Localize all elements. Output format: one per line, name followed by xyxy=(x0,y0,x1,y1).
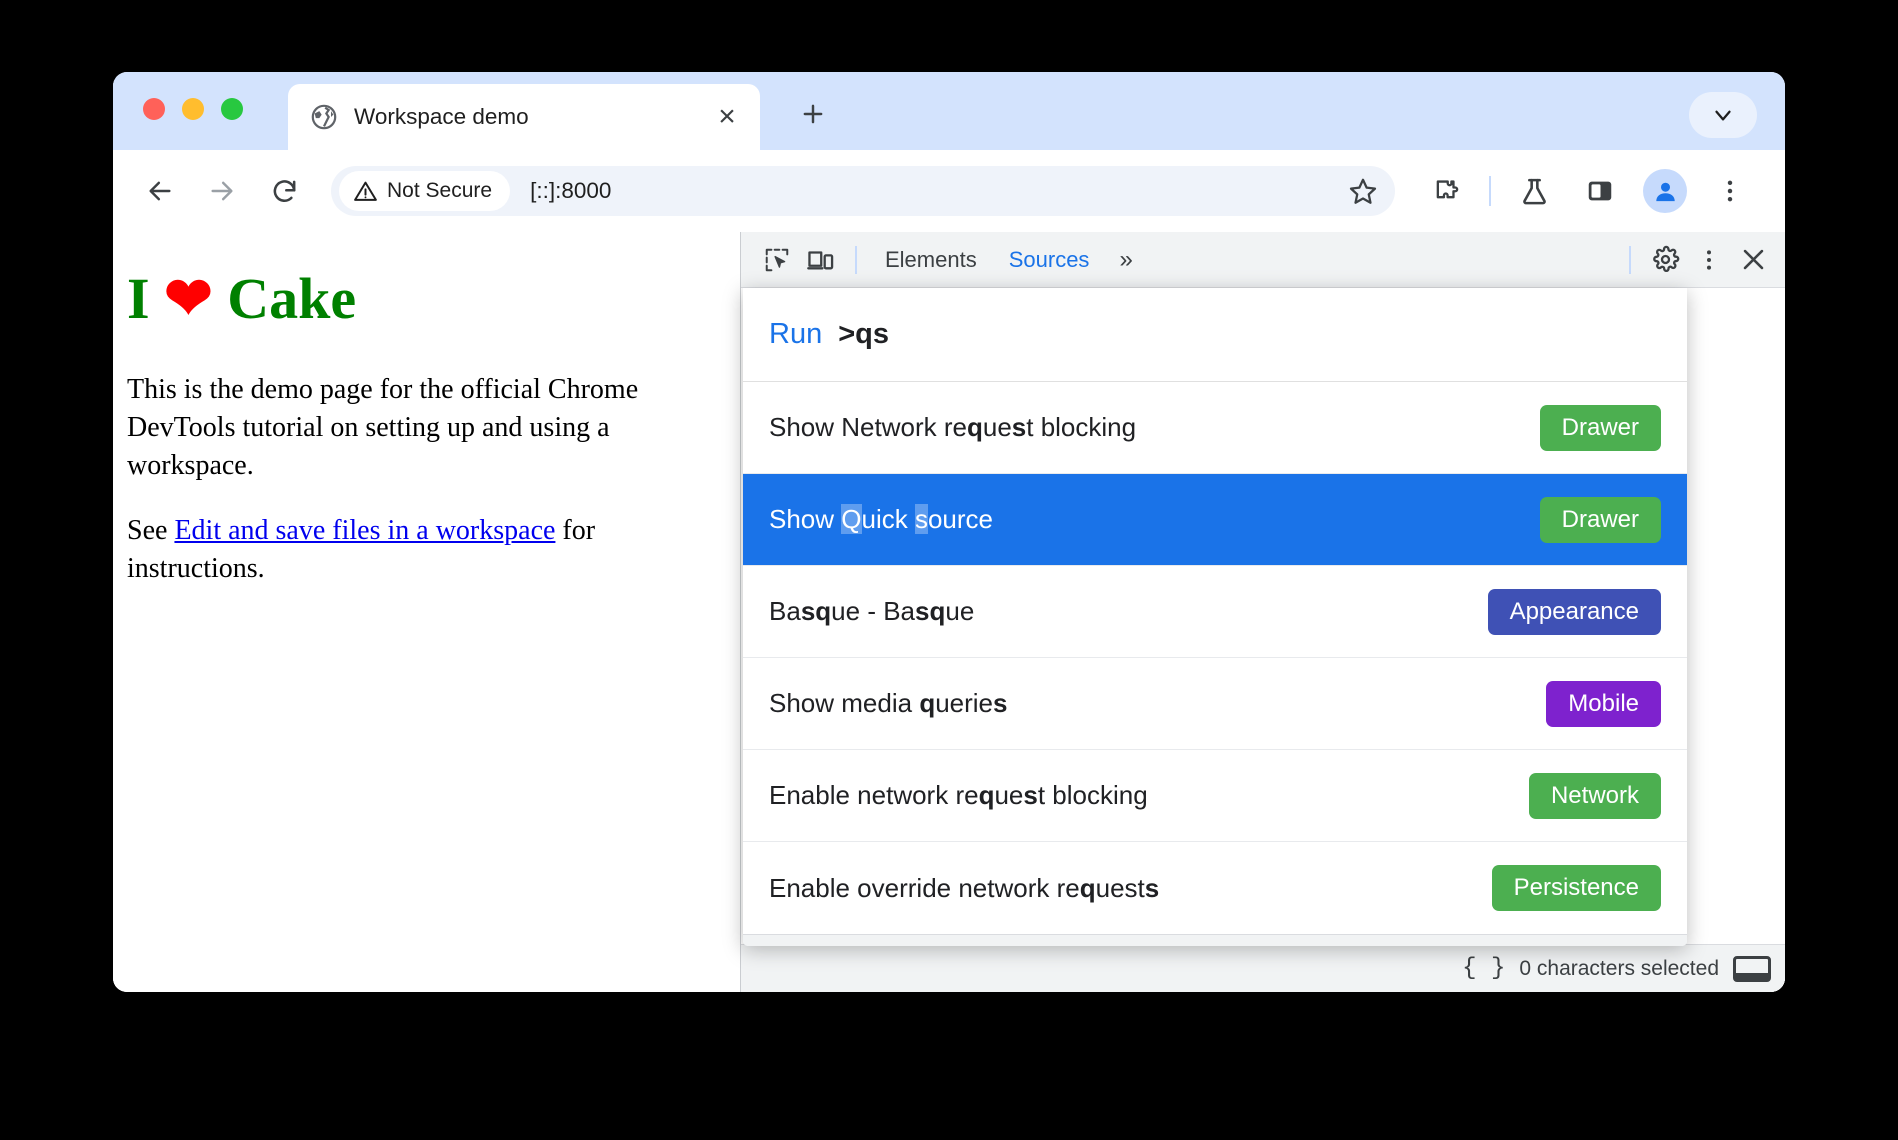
command-menu-item[interactable]: Enable network request blocking Network xyxy=(743,750,1687,842)
selection-status-text: 0 characters selected xyxy=(1519,956,1719,980)
command-menu-item-label: Show Network request blocking xyxy=(769,412,1137,442)
paragraph2-prefix: See xyxy=(127,514,175,546)
forward-button[interactable] xyxy=(197,166,247,216)
devtools-body: { } 0 characters selected Run >qs Show N… xyxy=(741,288,1785,992)
browser-menu-button[interactable] xyxy=(1705,166,1755,216)
devtools-status-bar: { } 0 characters selected xyxy=(741,944,1785,992)
page-title-suffix: Cake xyxy=(212,266,357,331)
page-paragraph-2: See Edit and save files in a workspace f… xyxy=(127,512,702,589)
devtools-panel: Elements Sources » {} 0 characters sele… xyxy=(740,232,1785,992)
command-menu-item[interactable]: Show Quick source Drawer xyxy=(743,474,1687,566)
devtools-toolbar: Elements Sources » xyxy=(741,232,1785,288)
tab-strip: Workspace demo × xyxy=(113,72,1785,150)
command-menu-item-badge: Persistence xyxy=(1491,865,1661,911)
command-menu-query: >qs xyxy=(838,318,889,350)
security-status-label: Not Secure xyxy=(387,179,493,202)
page-paragraph-1: This is the demo page for the official C… xyxy=(127,373,639,482)
command-menu-input[interactable]: Run >qs xyxy=(743,288,1687,382)
toolbar-divider xyxy=(1489,176,1491,206)
tab-elements[interactable]: Elements xyxy=(869,238,993,282)
window-close-button[interactable] xyxy=(143,98,165,120)
command-menu-item-badge: Network xyxy=(1528,772,1661,819)
command-menu-item-label: Basque - Basque xyxy=(769,596,975,626)
command-menu-list: Show Network request blocking Drawer Show … xyxy=(743,382,1687,934)
address-bar[interactable]: Not Secure [::]:8000 xyxy=(331,166,1395,216)
page-viewport: I ❤ Cake This is the demo page for the o… xyxy=(113,232,740,992)
warning-triangle-icon xyxy=(354,181,377,201)
command-menu-item-label: Enable override network requests xyxy=(769,872,1160,903)
chevron-down-icon[interactable] xyxy=(1689,92,1757,138)
page-title: I ❤ Cake xyxy=(127,266,702,333)
command-menu-item[interactable]: Basque - Basque Appearance xyxy=(743,566,1687,658)
close-icon[interactable]: × xyxy=(710,100,744,134)
drawer-toggle-icon[interactable] xyxy=(1733,955,1771,982)
command-menu-item-badge: Appearance xyxy=(1487,588,1661,635)
browser-tab[interactable]: Workspace demo × xyxy=(288,84,760,150)
browser-window: Workspace demo × Not Secure [::]:8000 I … xyxy=(113,72,1785,992)
profile-avatar-icon[interactable] xyxy=(1643,169,1687,213)
address-bar-url: [::]:8000 xyxy=(530,178,612,203)
workspace-docs-link[interactable]: Edit and save files in a workspace xyxy=(174,515,555,546)
browser-toolbar: Not Secure [::]:8000 xyxy=(113,150,1785,232)
window-minimize-button[interactable] xyxy=(182,98,204,120)
command-menu-item-badge: Mobile xyxy=(1546,680,1661,727)
devtools-toolbar-divider-right xyxy=(1629,245,1631,274)
content-area: I ❤ Cake This is the demo page for the o… xyxy=(113,232,1785,992)
reload-button[interactable] xyxy=(259,166,309,216)
browser-tab-title: Workspace demo xyxy=(354,104,529,129)
command-menu-dialog: Run >qs Show Network request blocking Dra… xyxy=(743,288,1687,946)
more-tabs-icon[interactable]: » xyxy=(1105,238,1146,282)
command-menu-footer xyxy=(743,934,1687,946)
command-menu-item-badge: Drawer xyxy=(1539,496,1661,543)
command-menu-item-label: Show media queries xyxy=(769,688,1008,718)
globe-icon xyxy=(310,103,338,131)
page-title-prefix: I xyxy=(127,266,165,331)
side-panel-icon[interactable] xyxy=(1575,166,1625,216)
window-traffic-lights xyxy=(143,98,243,120)
devtools-toolbar-divider xyxy=(855,245,857,274)
pretty-print-icon[interactable]: { } xyxy=(1462,955,1505,982)
command-menu-item[interactable]: Show Network request blocking Drawer xyxy=(743,382,1687,474)
heart-icon: ❤ xyxy=(164,266,213,331)
devtools-kebab-menu-button[interactable] xyxy=(1687,238,1731,282)
new-tab-button[interactable] xyxy=(791,92,835,136)
back-button[interactable] xyxy=(135,166,185,216)
command-menu-item[interactable]: Show media queries Mobile xyxy=(743,658,1687,750)
inspect-element-icon[interactable] xyxy=(755,238,799,282)
devtools-close-icon[interactable] xyxy=(1731,238,1775,282)
command-menu-item-badge: Drawer xyxy=(1539,404,1661,451)
command-menu-prefix: Run xyxy=(769,318,823,350)
flask-icon[interactable] xyxy=(1509,166,1559,216)
star-icon[interactable] xyxy=(1341,169,1385,213)
command-menu-item-label: Enable network request blocking xyxy=(769,780,1148,810)
window-maximize-button[interactable] xyxy=(221,98,243,120)
tab-sources[interactable]: Sources xyxy=(993,238,1106,282)
security-status-chip[interactable]: Not Secure xyxy=(339,171,511,211)
puzzle-piece-icon[interactable] xyxy=(1421,166,1471,216)
gear-icon[interactable] xyxy=(1643,238,1687,282)
command-menu-item[interactable]: Enable override network requests Persiste… xyxy=(743,842,1687,934)
command-menu-item-label: Show Quick source xyxy=(769,504,994,534)
device-toolbar-icon[interactable] xyxy=(799,238,843,282)
